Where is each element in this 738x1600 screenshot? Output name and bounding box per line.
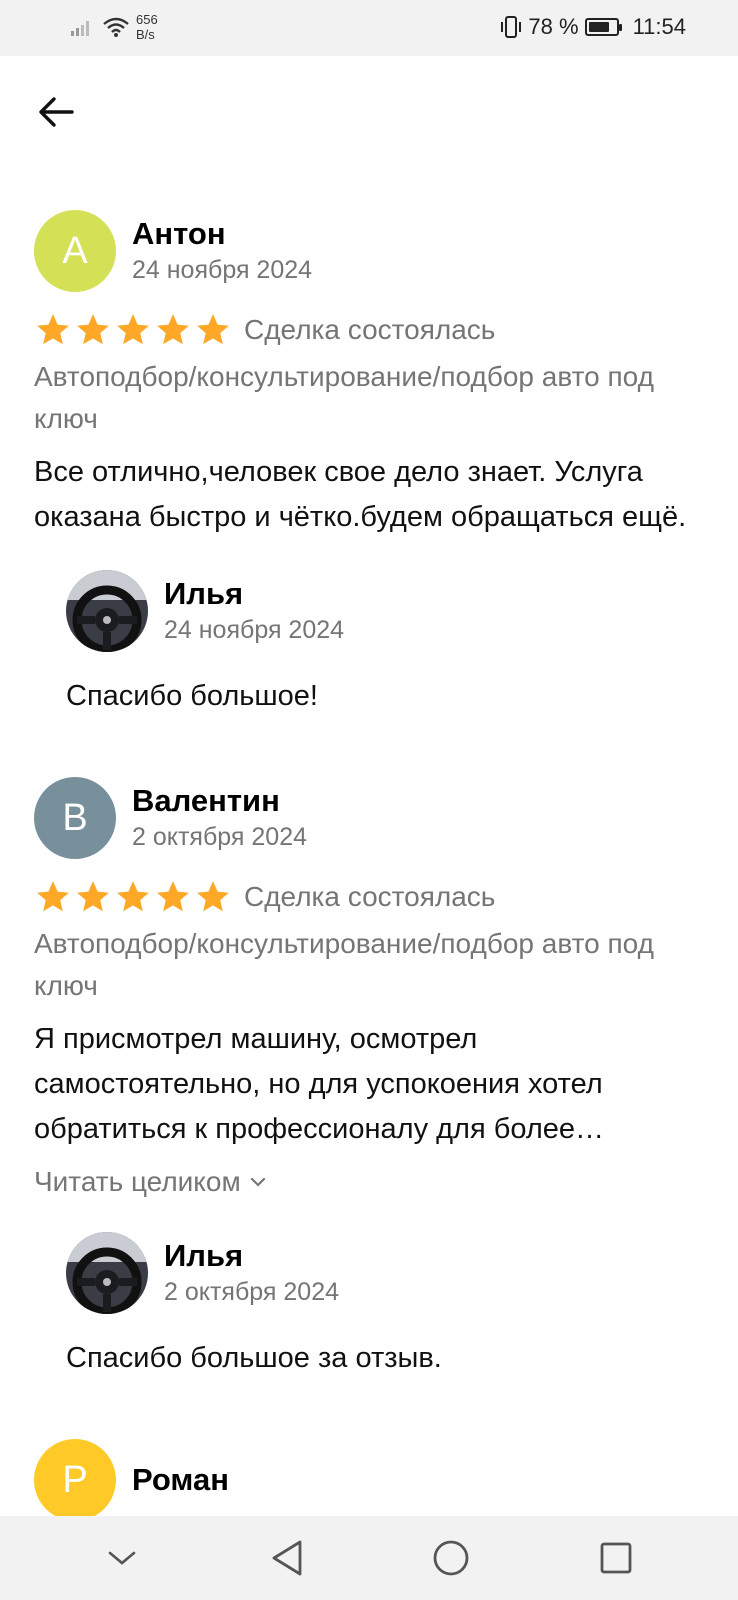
review-header: В Валентин 2 октября 2024 — [34, 777, 704, 859]
star-icon — [117, 314, 149, 345]
star-icon — [77, 314, 109, 345]
wifi-icon — [103, 17, 129, 37]
star-icon — [197, 314, 229, 345]
reviewer-name: Валентин — [132, 783, 280, 818]
rating-row: Сделка состоялась — [34, 877, 704, 917]
avatar-initial: В — [62, 796, 88, 839]
reviews-list: А Антон 24 ноября 2024 Сделка состоялась… — [0, 210, 738, 1521]
nav-home-button[interactable] — [427, 1534, 475, 1582]
seller-name: Илья — [164, 576, 244, 611]
review-date: 24 ноября 2024 — [132, 256, 313, 284]
clock: 11:54 — [632, 14, 686, 39]
review-header: А Антон 24 ноября 2024 — [34, 210, 704, 292]
rating-row: Сделка состоялась — [34, 310, 704, 350]
seller-reply: Илья 2 октября 2024 Спасибо большое за о… — [34, 1232, 704, 1375]
reviewer-name: Роман — [132, 1462, 229, 1497]
star-icon — [157, 314, 189, 345]
signal-icon — [71, 21, 89, 36]
review-text: Все отлично,человек свое дело знает. Усл… — [34, 456, 687, 533]
system-nav-bar — [0, 1516, 738, 1600]
battery-icon — [584, 18, 622, 36]
vibrate-icon — [501, 16, 522, 38]
seller-name: Илья — [164, 1238, 244, 1273]
chevron-down-icon — [250, 1177, 265, 1187]
avatar: А — [34, 210, 116, 292]
star-icon — [37, 881, 69, 912]
star-icon — [37, 314, 69, 345]
seller-reply: Илья 24 ноября 2024 Спасибо большое! — [34, 570, 704, 713]
deal-status: Сделка состоялась — [244, 314, 496, 345]
star-icon — [157, 881, 189, 912]
steering-wheel-photo-icon — [66, 570, 148, 652]
reply-date: 2 октября 2024 — [164, 1278, 339, 1306]
review-header: Р Роман — [34, 1439, 704, 1521]
deal-status: Сделка состоялась — [244, 881, 496, 912]
nav-back-button[interactable] — [263, 1534, 311, 1582]
read-more-label: Читать целиком — [34, 1166, 241, 1197]
chevron-down-icon — [108, 1551, 136, 1565]
square-recents-icon — [600, 1542, 632, 1574]
review-date: 2 октября 2024 — [132, 823, 307, 851]
review-item: А Антон 24 ноября 2024 Сделка состоялась… — [0, 210, 738, 713]
avatar: Р — [34, 1439, 116, 1521]
seller-avatar — [66, 570, 148, 652]
netspeed-unit: B/s — [136, 27, 155, 42]
back-arrow-icon[interactable] — [36, 92, 76, 132]
review-item: Р Роман — [0, 1439, 738, 1521]
nav-recents-button[interactable] — [592, 1534, 640, 1582]
reply-text: Спасибо большое! — [66, 680, 318, 712]
reply-date: 24 ноября 2024 — [164, 616, 345, 644]
battery-percent: 78 % — [528, 14, 579, 39]
seller-avatar — [66, 1232, 148, 1314]
network-speed: 656 B/s — [136, 12, 158, 42]
status-bar: 656 B/s 78 % 11:54 — [0, 0, 738, 56]
avatar: В — [34, 777, 116, 859]
service-category: Автоподбор/консультирование/подбор авто … — [34, 928, 654, 1001]
review-item: В Валентин 2 октября 2024 Сделка состоял… — [0, 777, 738, 1375]
avatar-initial: А — [62, 229, 88, 272]
review-text: Я присмотрел машину, осмотрел самостояте… — [34, 1023, 603, 1145]
steering-wheel-photo-icon — [66, 1232, 148, 1314]
circle-home-icon — [433, 1540, 469, 1576]
star-icon — [197, 881, 229, 912]
star-rating — [34, 878, 232, 916]
netspeed-value: 656 — [136, 12, 158, 27]
star-rating — [34, 311, 232, 349]
read-more-link[interactable]: Читать целиком — [34, 1162, 704, 1202]
star-icon — [77, 881, 109, 912]
avatar-initial: Р — [62, 1458, 88, 1501]
nav-hide-button[interactable] — [98, 1534, 146, 1582]
reply-text: Спасибо большое за отзыв. — [66, 1342, 442, 1374]
triangle-back-icon — [272, 1540, 302, 1576]
star-icon — [117, 881, 149, 912]
reviewer-name: Антон — [132, 216, 226, 251]
service-category: Автоподбор/консультирование/подбор авто … — [34, 361, 654, 434]
status-left: 656 B/s — [70, 12, 158, 42]
status-right: 78 % 11:54 — [500, 14, 686, 40]
